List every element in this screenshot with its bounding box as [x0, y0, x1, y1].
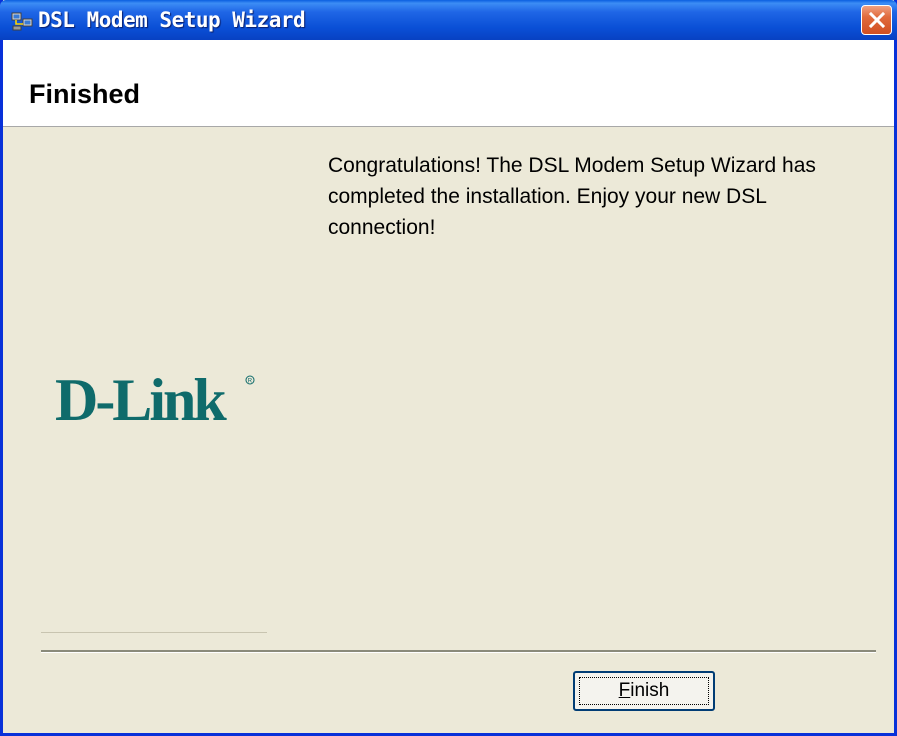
finish-button[interactable]: Finish	[573, 671, 715, 711]
page-title: Finished	[29, 79, 141, 109]
close-icon	[868, 11, 886, 29]
completion-message: Congratulations! The DSL Modem Setup Wiz…	[328, 154, 816, 239]
dlink-logo: D-Link R	[55, 367, 255, 433]
svg-text:D-Link: D-Link	[55, 367, 227, 433]
svg-text:R: R	[248, 379, 253, 385]
wizard-window: DSL Modem Setup Wizard Finished Congratu…	[0, 0, 897, 736]
branding-divider	[41, 632, 267, 633]
close-button[interactable]	[861, 5, 892, 35]
finish-label-rest: inish	[630, 680, 670, 701]
finish-button-label: Finish	[579, 677, 709, 705]
window-title: DSL Modem Setup Wizard	[38, 8, 306, 32]
title-bar[interactable]: DSL Modem Setup Wizard	[0, 0, 897, 40]
computer-network-icon	[11, 12, 33, 31]
footer-divider	[41, 650, 876, 653]
header-band: Finished	[3, 40, 894, 127]
finish-accelerator: F	[618, 680, 631, 701]
